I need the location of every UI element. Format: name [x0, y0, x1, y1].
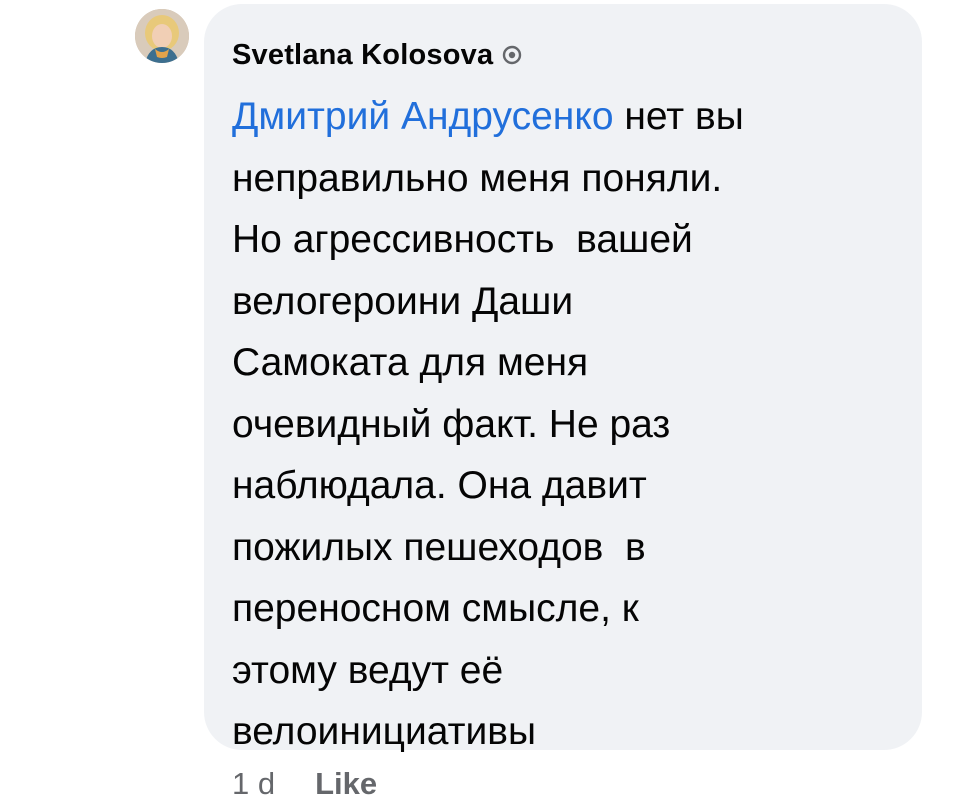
- comment-line: этому ведут её: [232, 648, 504, 692]
- comment-line: велогероини Даши: [232, 279, 574, 323]
- author-name[interactable]: Svetlana Kolosova: [232, 39, 493, 72]
- comment-line: Но агрессивность вашей: [232, 218, 693, 261]
- comment: Svetlana Kolosova Дмитрий Андрусенко нет…: [0, 0, 955, 799]
- comment-line: Самоката для меня: [232, 341, 589, 384]
- comment-line: велоинициативы: [232, 710, 537, 753]
- comment-line: переносном смысле, к: [232, 587, 639, 630]
- profile-badge-icon: [502, 45, 522, 65]
- comment-text: Дмитрий Андрусенко нет вы неправильно ме…: [232, 86, 892, 763]
- comment-line: неправильно меня поняли.: [232, 156, 723, 200]
- author-line: Svetlana Kolosova: [232, 36, 922, 74]
- comment-timestamp[interactable]: 1 d: [232, 766, 275, 799]
- author-avatar[interactable]: [135, 9, 189, 63]
- comment-line: очевидный факт. Не раз: [232, 402, 671, 446]
- comment-line: пожилых пешеходов в: [232, 525, 646, 569]
- mention-link[interactable]: Дмитрий Андрусенко: [232, 95, 614, 138]
- comment-line: наблюдала. Она давит: [232, 464, 647, 507]
- comment-line: нет вы: [613, 95, 744, 138]
- like-button[interactable]: Like: [315, 766, 377, 799]
- comment-bubble: Svetlana Kolosova Дмитрий Андрусенко нет…: [204, 4, 922, 753]
- avatar-image: [135, 9, 189, 63]
- comment-meta: 1 d Like: [232, 766, 377, 799]
